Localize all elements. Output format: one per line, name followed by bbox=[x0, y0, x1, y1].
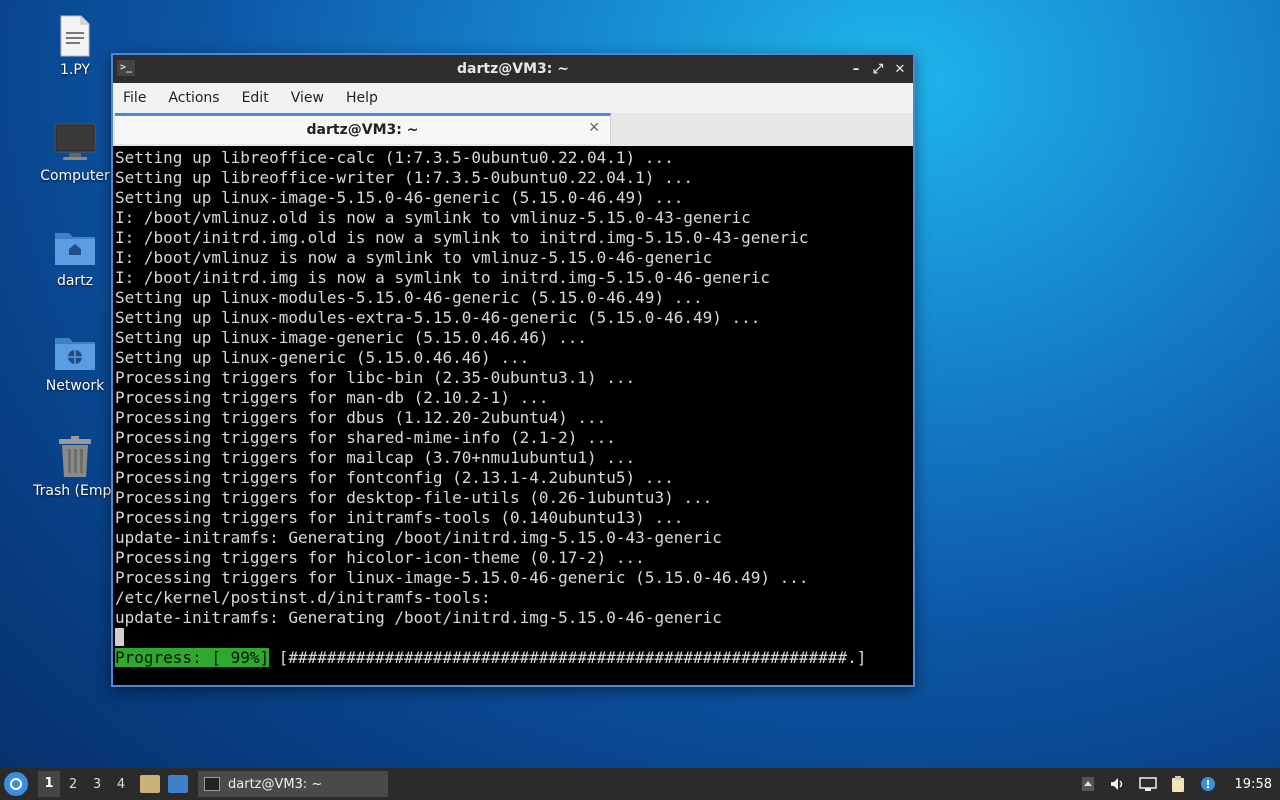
close-button[interactable]: ✕ bbox=[893, 62, 907, 77]
progress-label: Progress: [ 99%] bbox=[115, 648, 270, 667]
terminal-line: Processing triggers for shared-mime-info… bbox=[115, 428, 616, 447]
menu-actions[interactable]: Actions bbox=[168, 90, 219, 106]
terminal-task-icon bbox=[204, 777, 220, 791]
volume-icon[interactable] bbox=[1109, 776, 1127, 792]
maximize-button[interactable]: ⤢ bbox=[871, 62, 885, 77]
show-desktop-icon[interactable] bbox=[168, 775, 188, 793]
workspace-4[interactable]: 4 bbox=[110, 777, 132, 792]
terminal-line: Setting up libreoffice-writer (1:7.3.5-0… bbox=[115, 168, 693, 187]
terminal-line: update-initramfs: Generating /boot/initr… bbox=[115, 608, 722, 627]
menu-bar: File Actions Edit View Help bbox=[113, 83, 913, 113]
trash-icon bbox=[53, 435, 97, 479]
file-manager-icon[interactable] bbox=[140, 775, 160, 793]
text-file-icon bbox=[53, 14, 97, 58]
terminal-line: Processing triggers for initramfs-tools … bbox=[115, 508, 684, 527]
terminal-line: I: /boot/initrd.img.old is now a symlink… bbox=[115, 228, 809, 247]
minimize-button[interactable]: – bbox=[849, 62, 863, 77]
taskbar-task-label: dartz@VM3: ~ bbox=[228, 776, 323, 792]
desktop-icon-label: Computer bbox=[40, 168, 110, 184]
home-folder-icon bbox=[53, 225, 97, 269]
window-titlebar[interactable]: >_ dartz@VM3: ~ – ⤢ ✕ bbox=[113, 55, 913, 83]
tab-close-icon[interactable]: ✕ bbox=[588, 120, 600, 136]
workspace-3[interactable]: 3 bbox=[86, 777, 108, 792]
start-menu-icon[interactable] bbox=[4, 772, 28, 796]
clipboard-icon[interactable] bbox=[1169, 776, 1187, 792]
terminal-cursor-line bbox=[113, 628, 913, 648]
terminal-window[interactable]: >_ dartz@VM3: ~ – ⤢ ✕ File Actions Edit … bbox=[111, 53, 915, 687]
terminal-line: Setting up linux-image-generic (5.15.0.4… bbox=[115, 328, 588, 347]
menu-file[interactable]: File bbox=[123, 90, 146, 106]
terminal-line: Processing triggers for mailcap (3.70+nm… bbox=[115, 448, 636, 467]
desktop-icon-label: Trash (Empt bbox=[33, 483, 117, 499]
terminal-line: Processing triggers for fontconfig (2.13… bbox=[115, 468, 674, 487]
tab-label: dartz@VM3: ~ bbox=[306, 122, 419, 138]
workspace-2[interactable]: 2 bbox=[62, 777, 84, 792]
desktop-icon-dartz[interactable]: dartz bbox=[25, 225, 125, 289]
terminal-line: Setting up linux-image-5.15.0-46-generic… bbox=[115, 188, 684, 207]
window-title: dartz@VM3: ~ bbox=[457, 61, 569, 77]
desktop-icon-label: dartz bbox=[56, 273, 94, 289]
desktop-icon-network[interactable]: Network bbox=[25, 330, 125, 394]
desktop-icon-label: 1.PY bbox=[59, 62, 91, 78]
terminal-line: Processing triggers for man-db (2.10.2-1… bbox=[115, 388, 549, 407]
desktop-icon-label: Network bbox=[45, 378, 105, 394]
network-icon[interactable] bbox=[1138, 776, 1157, 792]
terminal-line: /etc/kernel/postinst.d/initramfs-tools: bbox=[115, 588, 491, 607]
menu-help[interactable]: Help bbox=[346, 90, 378, 106]
terminal-line: Processing triggers for libc-bin (2.35-0… bbox=[115, 368, 636, 387]
update-notifier-icon[interactable] bbox=[1199, 776, 1217, 792]
terminal-app-icon: >_ bbox=[117, 60, 135, 76]
terminal-line: I: /boot/vmlinuz is now a symlink to vml… bbox=[115, 248, 713, 267]
terminal-progress-line: Progress: [ 99%] [######################… bbox=[113, 648, 913, 668]
desktop-icon-trash[interactable]: Trash (Empt bbox=[25, 435, 125, 499]
clock[interactable]: 19:58 bbox=[1235, 777, 1272, 792]
workspace-1[interactable]: 1 bbox=[38, 771, 60, 797]
desktop-icon-computer[interactable]: Computer bbox=[25, 120, 125, 184]
terminal-line: update-initramfs: Generating /boot/initr… bbox=[115, 528, 722, 547]
text-cursor bbox=[115, 628, 124, 646]
taskbar: 1 2 3 4 dartz@VM3: ~ 19:58 bbox=[0, 768, 1280, 800]
terminal-line: Processing triggers for hicolor-icon-the… bbox=[115, 548, 645, 567]
menu-edit[interactable]: Edit bbox=[242, 90, 269, 106]
terminal-line: Processing triggers for linux-image-5.15… bbox=[115, 568, 809, 587]
taskbar-task-terminal[interactable]: dartz@VM3: ~ bbox=[198, 771, 388, 797]
terminal-line: Setting up linux-modules-extra-5.15.0-46… bbox=[115, 308, 761, 327]
computer-icon bbox=[53, 120, 97, 164]
terminal-line: I: /boot/vmlinuz.old is now a symlink to… bbox=[115, 208, 751, 227]
terminal-line: Setting up libreoffice-calc (1:7.3.5-0ub… bbox=[115, 148, 674, 167]
network-folder-icon bbox=[53, 330, 97, 374]
tray-expand-icon[interactable] bbox=[1079, 776, 1097, 792]
menu-view[interactable]: View bbox=[291, 90, 324, 106]
terminal-line: Processing triggers for desktop-file-uti… bbox=[115, 488, 713, 507]
terminal-lines: Setting up libreoffice-calc (1:7.3.5-0ub… bbox=[113, 148, 913, 628]
progress-bar: [#######################################… bbox=[269, 648, 867, 667]
tab-bar: dartz@VM3: ~ ✕ bbox=[113, 113, 913, 147]
terminal-line: Setting up linux-modules-5.15.0-46-gener… bbox=[115, 288, 703, 307]
tab-terminal[interactable]: dartz@VM3: ~ ✕ bbox=[115, 113, 611, 144]
window-controls: – ⤢ ✕ bbox=[849, 55, 907, 83]
terminal-line: Processing triggers for dbus (1.12.20-2u… bbox=[115, 408, 607, 427]
terminal-line: Setting up linux-generic (5.15.0.46.46) … bbox=[115, 348, 530, 367]
desktop-icon-1py[interactable]: 1.PY bbox=[25, 14, 125, 78]
terminal-line: I: /boot/initrd.img is now a symlink to … bbox=[115, 268, 771, 287]
terminal-output[interactable]: Setting up libreoffice-calc (1:7.3.5-0ub… bbox=[113, 146, 913, 685]
system-tray: 19:58 bbox=[1079, 776, 1280, 792]
